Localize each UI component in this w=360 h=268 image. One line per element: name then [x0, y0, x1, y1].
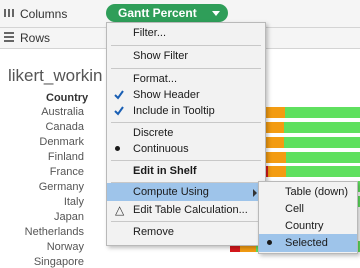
country-label[interactable]: Australia [41, 106, 84, 118]
submenu-arrow-icon [253, 189, 257, 197]
menu-item-label: Discrete [133, 127, 174, 139]
pill-context-menu: Filter... Show Filter Format... Show Hea… [106, 22, 266, 246]
bar-segment [265, 107, 285, 118]
submenu-item-label: Country [285, 220, 324, 232]
checkmark-icon [114, 106, 124, 116]
dropdown-caret-icon[interactable] [212, 11, 220, 16]
bar-segment [286, 166, 360, 177]
menu-item-compute-using[interactable]: Compute Using [107, 183, 265, 201]
country-label[interactable]: Singapore [34, 256, 84, 268]
menu-separator [111, 221, 261, 222]
radio-selected-icon [267, 240, 272, 245]
delta-icon: △ [115, 203, 125, 217]
country-label[interactable]: France [50, 166, 84, 178]
compute-using-submenu: Table (down) Cell Country Selected [258, 181, 358, 254]
country-label[interactable]: Japan [54, 211, 84, 223]
country-label[interactable]: Netherlands [25, 226, 84, 238]
menu-separator [111, 160, 261, 161]
submenu-item-label: Table (down) [285, 186, 348, 198]
country-label[interactable]: Canada [45, 121, 84, 133]
menu-item-edit-table-calculation[interactable]: △ Edit Table Calculation... [107, 201, 265, 219]
bar-segment [264, 137, 284, 148]
menu-item-label: Remove [133, 226, 174, 238]
submenu-item-country[interactable]: Country [259, 217, 357, 235]
menu-item-include-tooltip[interactable]: Include in Tooltip [107, 102, 265, 120]
menu-item-label: Edit Table Calculation... [133, 204, 248, 216]
bar-segment [284, 122, 360, 133]
menu-item-label: Format... [133, 73, 178, 85]
bar-segment [286, 152, 360, 163]
menu-item-label: Show Filter [133, 50, 189, 62]
country-label[interactable]: Norway [47, 241, 84, 253]
rows-label: Rows [20, 31, 51, 45]
columns-label: Columns [20, 7, 68, 21]
menu-item-label: Include in Tooltip [133, 105, 215, 117]
country-label[interactable]: Germany [39, 181, 84, 193]
menu-item-label: Filter... [133, 27, 167, 39]
menu-separator [111, 45, 261, 46]
rows-icon [4, 32, 14, 42]
checkmark-icon [114, 90, 124, 100]
bar-segment [266, 152, 286, 163]
submenu-item-selected[interactable]: Selected [259, 234, 357, 252]
menu-item-show-filter[interactable]: Show Filter [107, 47, 265, 65]
menu-separator [111, 122, 261, 123]
country-label[interactable]: Italy [64, 196, 84, 208]
menu-item-label: Continuous [133, 143, 189, 155]
country-label[interactable]: Finland [48, 151, 84, 163]
menu-item-continuous[interactable]: Continuous [107, 140, 265, 158]
submenu-item-label: Cell [285, 203, 304, 215]
submenu-item-table-down[interactable]: Table (down) [259, 183, 357, 201]
submenu-item-label: Selected [285, 237, 328, 249]
sheet-title: likert_workin [8, 66, 103, 85]
columns-icon [4, 9, 14, 17]
menu-item-label: Edit in Shelf [133, 165, 197, 177]
country-header[interactable]: Country [46, 92, 88, 104]
radio-selected-icon [115, 146, 120, 151]
menu-item-remove[interactable]: Remove [107, 223, 265, 241]
menu-item-label: Show Header [133, 89, 200, 101]
submenu-item-cell[interactable]: Cell [259, 200, 357, 218]
pill-label: Gantt Percent [118, 6, 197, 20]
bar-segment [285, 107, 360, 118]
menu-item-filter[interactable]: Filter... [107, 24, 265, 42]
menu-item-label: Compute Using [133, 186, 209, 198]
bar-segment [268, 166, 286, 177]
menu-separator [111, 68, 261, 69]
gantt-percent-pill[interactable]: Gantt Percent [106, 4, 228, 22]
bar-segment [284, 137, 360, 148]
menu-item-edit-in-shelf[interactable]: Edit in Shelf [107, 162, 265, 180]
country-label[interactable]: Denmark [39, 136, 84, 148]
